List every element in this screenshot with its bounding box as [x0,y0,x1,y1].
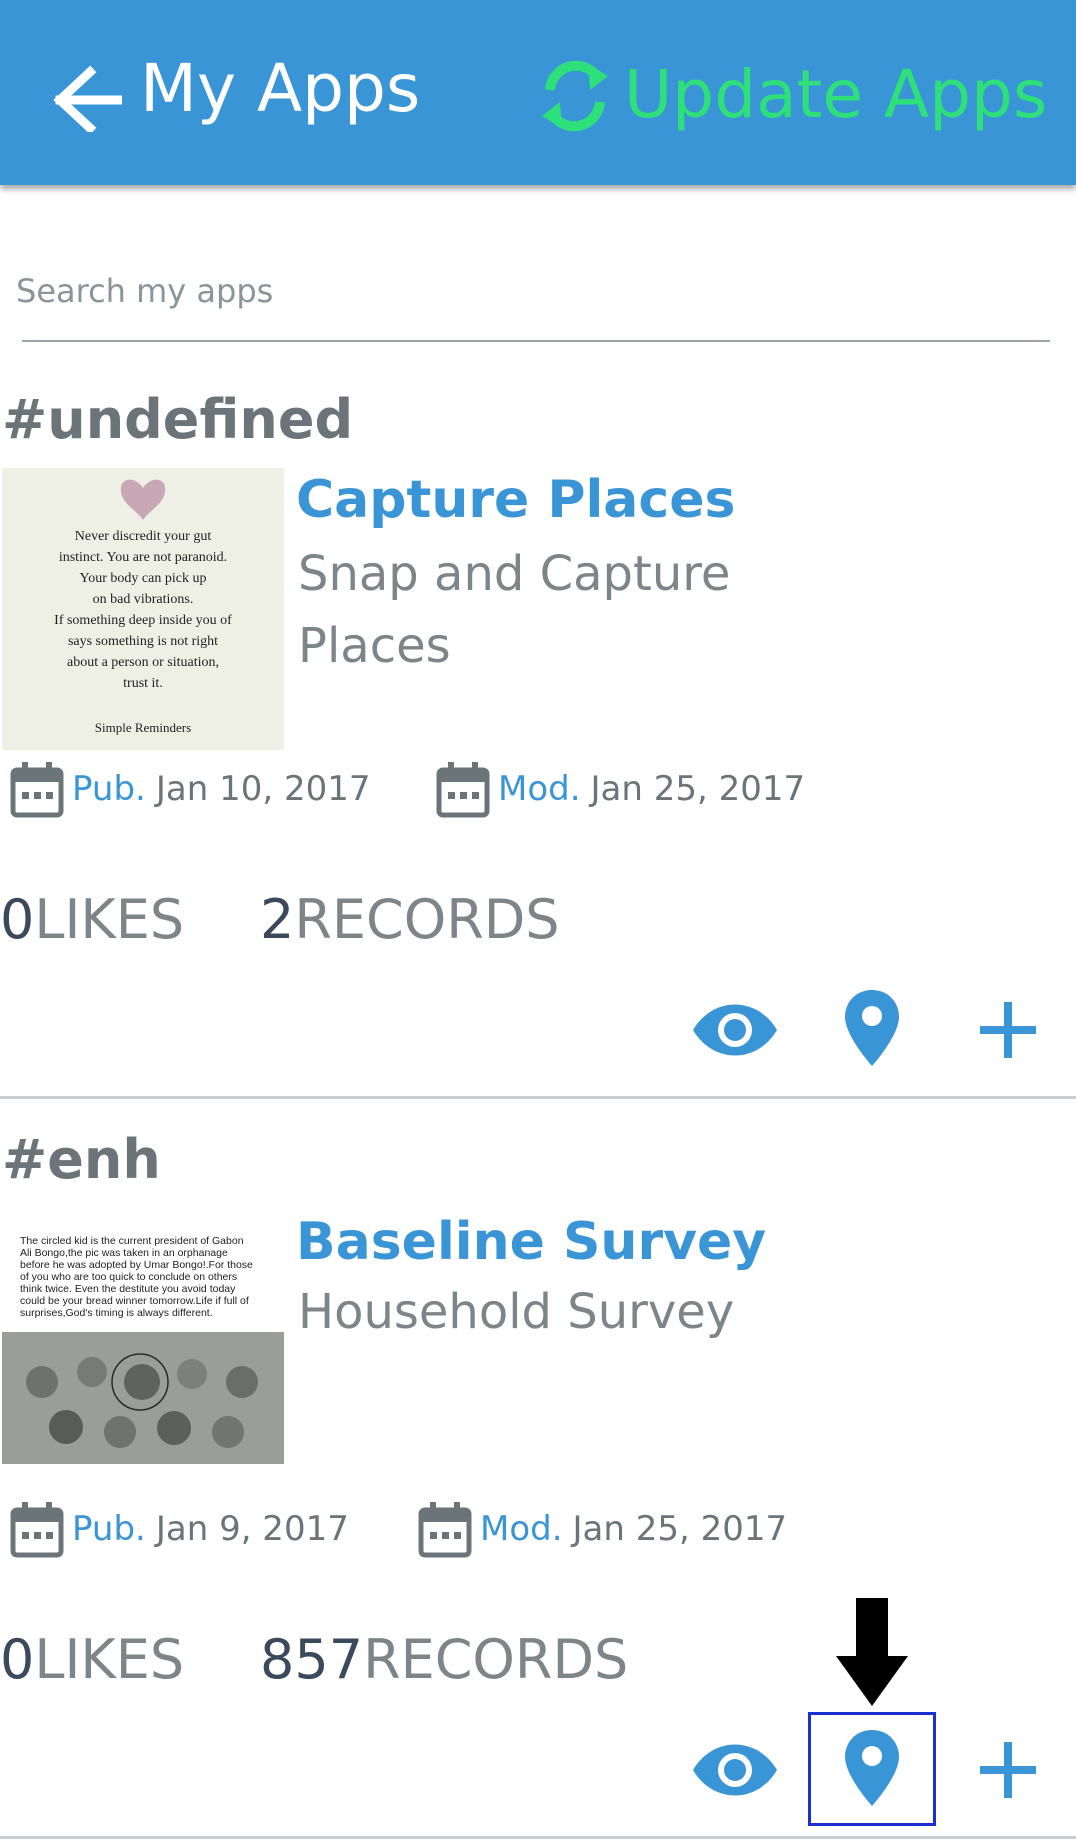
modified-date: Mod. Jan 25, 2017 [418,1500,787,1558]
search-input[interactable]: Search my apps [16,272,1050,310]
svg-text:Never discredit your gut: Never discredit your gut [75,529,212,544]
records-count: 857 [260,1628,364,1691]
eye-icon [693,1004,777,1056]
pub-date: Jan 10, 2017 [155,769,371,809]
annotation-highlight-box [808,1712,936,1826]
arrow-left-icon [53,65,123,135]
svg-text:Your body can pick up: Your body can pick up [80,571,207,586]
records-count: 2 [260,888,295,951]
likes-label: LIKES [34,888,185,951]
svg-text:Simple Reminders: Simple Reminders [95,720,191,735]
map-pin-icon [845,990,899,1066]
published-date: Pub. Jan 10, 2017 [10,760,370,818]
calendar-icon [436,762,490,818]
app-tag: #undefined [2,388,354,451]
mod-date: Jan 25, 2017 [572,1509,788,1549]
refresh-icon [542,60,608,132]
records-stat: 857RECORDS [260,1628,628,1691]
update-apps-button[interactable]: Update Apps [530,50,1047,140]
card-divider [0,1096,1076,1099]
records-label: RECORDS [363,1628,629,1691]
svg-text:of you who are too quick to co: of you who are too quick to conclude on … [20,1271,237,1283]
svg-text:before he was adopted by Umar: before he was adopted by Umar Bongo!.For… [20,1259,253,1271]
pub-label: Pub. [72,1509,146,1549]
mod-label: Mod. [480,1509,563,1549]
records-label: RECORDS [294,888,560,951]
app-thumbnail[interactable]: The circled kid is the current president… [2,1232,284,1464]
update-apps-label: Update Apps [624,56,1048,133]
likes-count: 0 [0,1628,35,1691]
app-description: Household Survey [298,1284,735,1340]
pub-label: Pub. [72,769,146,809]
annotation-arrow-icon [836,1598,908,1706]
calendar-icon [418,1502,472,1558]
app-title[interactable]: Capture Places [296,470,735,530]
svg-text:surprises,God's timing is alwa: surprises,God's timing is always differe… [20,1307,213,1319]
back-button[interactable] [50,60,123,135]
view-button[interactable] [690,1730,780,1810]
mod-date: Jan 25, 2017 [590,769,806,809]
plus-icon [980,1742,1036,1798]
records-stat: 2RECORDS [260,888,560,951]
plus-icon [980,1002,1036,1058]
eye-icon [693,1744,777,1796]
calendar-icon [10,1502,64,1558]
app-thumbnail[interactable]: Never discredit your gut instinct. You a… [2,468,284,750]
map-button[interactable] [834,986,910,1070]
svg-text:says something is not right: says something is not right [68,634,218,649]
svg-text:think twice. Even the destitut: think twice. Even the destitute you avoi… [20,1283,236,1295]
calendar-icon [10,762,64,818]
mod-label: Mod. [498,769,581,809]
top-app-bar: My Apps Update Apps [0,0,1076,185]
published-date: Pub. Jan 9, 2017 [10,1500,349,1558]
likes-stat: 0LIKES [0,1628,184,1691]
add-button[interactable] [970,1732,1046,1808]
likes-stat: 0LIKES [0,888,184,951]
app-tag: #enh [2,1128,161,1191]
pub-date: Jan 9, 2017 [155,1509,349,1549]
svg-text:instinct. You are not paranoid: instinct. You are not paranoid. [59,550,227,565]
modified-date: Mod. Jan 25, 2017 [436,760,805,818]
likes-count: 0 [0,888,35,951]
svg-text:The circled kid is the current: The circled kid is the current president… [20,1235,244,1247]
app-description: Snap and Capture Places [298,546,731,674]
svg-text:trust it.: trust it. [123,676,163,691]
app-title[interactable]: Baseline Survey [296,1212,766,1272]
page-title: My Apps [140,50,421,127]
view-button[interactable] [690,990,780,1070]
svg-text:about a person or situation,: about a person or situation, [67,655,219,670]
svg-text:If something deep inside you o: If something deep inside you of [54,613,232,628]
likes-label: LIKES [34,1628,185,1691]
add-button[interactable] [970,992,1046,1068]
svg-text:could be your bread winner tom: could be your bread winner tomorrow.Life… [20,1295,249,1307]
svg-text:Ali Bongo,the pic was taken in: Ali Bongo,the pic was taken in an orphan… [20,1247,228,1259]
search-underline [22,340,1050,342]
svg-text:on bad vibrations.: on bad vibrations. [93,592,194,607]
card-divider [0,1836,1076,1839]
